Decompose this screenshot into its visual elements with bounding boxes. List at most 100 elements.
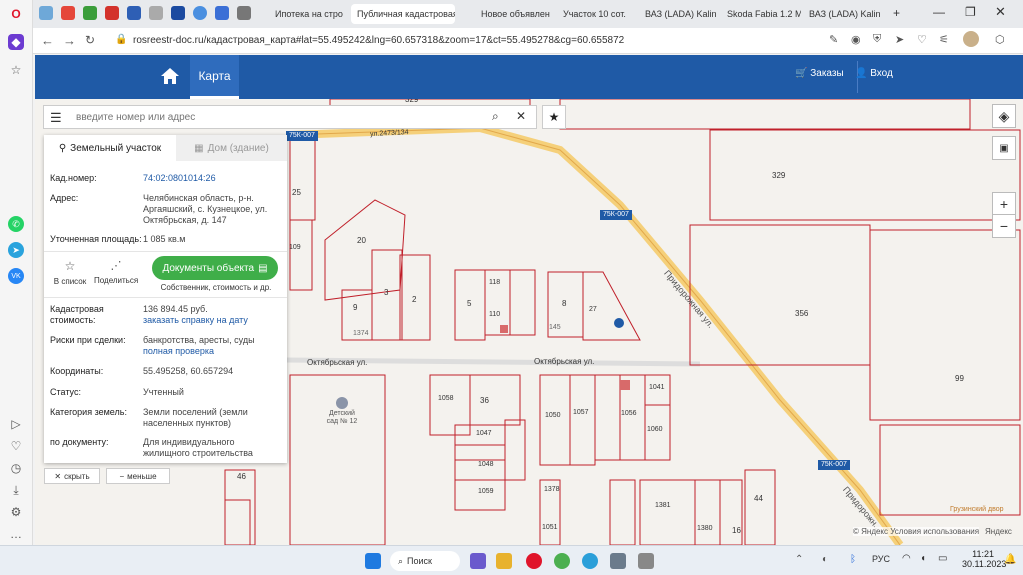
shield-icon[interactable]: ⛨ [873,33,881,46]
pinned-tab-icon[interactable] [39,6,53,20]
tab-new-ad[interactable]: Новое объявлен [475,4,555,24]
settings-icon[interactable]: ⚟ [939,33,949,46]
keyboard-language[interactable]: РУС [872,554,890,564]
home-icon[interactable] [159,65,181,87]
tab-building[interactable]: ▦ Дом (здание) [176,135,287,161]
edit-icon[interactable]: ✎ [829,33,838,46]
pinned-tab-icon[interactable] [83,6,97,20]
new-tab-button[interactable]: + [893,6,900,20]
more-icon[interactable]: … [8,526,24,542]
url-field[interactable]: rosreestr-doc.ru/кадастровая_карта#lat=5… [133,35,624,46]
kad-label: Кад.номер: [50,173,97,183]
favorites-star-icon[interactable]: ★ [542,105,566,129]
tab-lada-2[interactable]: ВАЗ (LADA) Kalin [803,4,883,24]
camera-icon[interactable]: ◉ [851,33,861,46]
nav-map[interactable]: Карта [190,55,239,99]
search-icon[interactable]: ⌕ [492,109,499,124]
pinned-tab-icon[interactable] [193,6,207,20]
battery-icon[interactable]: ▭ [938,553,947,564]
close-icon[interactable]: ✕ [516,109,526,123]
object-documents-button[interactable]: Документы объекта ▤ [152,256,278,280]
full-check-link[interactable]: полная проверка [143,346,283,357]
clock[interactable]: 11:21 30.11.2023 [962,549,1006,569]
chrome-icon[interactable] [554,553,570,569]
reload-icon[interactable]: ↻ [85,33,95,47]
opera-logo-icon[interactable]: O [8,6,24,22]
parcel-number: 1047 [476,430,492,437]
send-icon[interactable]: ➤ [895,33,904,46]
close-window-button[interactable]: ✕ [995,4,1006,20]
tray-chevron-icon[interactable]: ⌃ [795,554,803,565]
notifications-icon[interactable]: 🔔 [1004,554,1016,565]
opera-taskbar-icon[interactable] [526,553,542,569]
volume-icon[interactable]: ◖ [920,553,926,564]
status-value: Учтенный [143,387,184,397]
share-button[interactable]: ⋰ Поделиться [94,259,138,285]
orders-link[interactable]: 🛒 Заказы [795,68,844,79]
pinned-tab-icon[interactable] [105,6,119,20]
settings-icon[interactable]: ⚙ [8,504,24,520]
document-icon: ▤ [258,262,268,274]
windows-start-icon[interactable] [365,553,381,569]
menu-icon[interactable]: ☰ [50,110,62,126]
tab-mortgage[interactable]: Ипотека на стро [269,4,349,24]
pinned-tab-icon[interactable] [127,6,141,20]
star-icon[interactable]: ☆ [8,62,24,78]
pinned-tab-icon[interactable] [237,6,251,20]
folder-icon[interactable] [496,553,512,569]
parcel-number: 356 [795,309,809,318]
pin-icon: ⚲ [58,142,67,154]
parcel-number: 1059 [478,488,494,495]
map-copyright[interactable]: © Яндекс Условия использования [853,527,980,536]
tab-cadastral[interactable]: Публичная кадастровая [351,4,455,24]
heart-outline-icon[interactable]: ♡ [917,33,927,46]
heart-icon[interactable]: ♡ [8,438,24,454]
land-category-value: Земли поселений (земли населенных пункто… [143,407,248,428]
history-icon[interactable]: ◷ [8,460,24,476]
kad-value[interactable]: 74:02:0801014:26 [143,173,283,184]
parcel-number: 36 [480,396,489,405]
fullscreen-icon[interactable]: ▣ [992,136,1016,160]
search-icon: ⌕ [398,555,404,566]
aria-icon[interactable]: ◆ [8,34,24,50]
wifi-icon[interactable]: ◠ [902,553,911,564]
avatar[interactable] [963,31,979,47]
chat-icon[interactable] [470,553,486,569]
tab-lada-1[interactable]: ВАЗ (LADA) Kalin [639,4,719,24]
zoom-out-button[interactable]: − [992,214,1016,238]
tray-app-icon[interactable]: ◐ [822,554,828,565]
order-certificate-link[interactable]: заказать справку на дату [143,315,283,326]
extensions-icon[interactable]: ⬡ [995,33,1005,46]
layers-icon[interactable]: ◈ [992,104,1016,128]
back-icon[interactable]: ← [41,33,54,48]
taskbar-search[interactable]: ⌕ Поиск [390,551,460,571]
login-link[interactable]: 👤 Вход [855,68,893,79]
vk-icon[interactable]: VK [8,268,24,284]
pinned-tab-icon[interactable] [171,6,185,20]
telegram-icon[interactable]: ➤ [8,242,24,258]
pinned-tab-icon[interactable] [149,6,163,20]
tab-skoda[interactable]: Skoda Fabia 1.2 M [721,4,801,24]
settings-icon[interactable] [638,553,654,569]
lock-icon[interactable]: 🔒 [115,34,127,45]
player-icon[interactable]: ▷ [8,416,24,432]
less-button[interactable]: − меньше [106,468,170,484]
tab-land-plot[interactable]: ⚲ Земельный участок [44,135,176,161]
downloads-icon[interactable]: ⤓ [8,482,24,498]
pinned-tab-icon[interactable] [215,6,229,20]
parcel-number: 1057 [573,409,589,416]
hide-panel-button[interactable]: ✕ скрыть [44,468,100,484]
bluetooth-icon[interactable]: ᛒ [850,554,856,565]
building-icon: ▦ [194,142,204,154]
minimize-button[interactable]: — [933,5,945,19]
forward-icon[interactable]: → [63,33,76,48]
tab-plot[interactable]: Участок 10 сот. [557,4,637,24]
edge-icon[interactable] [582,553,598,569]
whatsapp-icon[interactable]: ✆ [8,216,24,232]
add-to-list-button[interactable]: ☆ В список [50,259,90,286]
pinned-tab-icon[interactable] [61,6,75,20]
maximize-button[interactable]: ❐ [965,5,976,19]
search-input[interactable] [76,108,486,126]
calculator-icon[interactable] [610,553,626,569]
zoom-in-button[interactable]: + [992,192,1016,216]
